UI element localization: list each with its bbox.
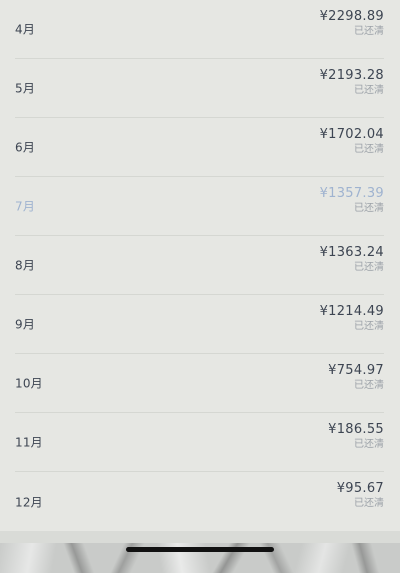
amount-block: ¥1357.39 已还清 — [320, 186, 384, 215]
status-text: 已还清 — [354, 203, 384, 214]
list-item-april[interactable]: 4月 ¥2298.89 已还清 — [15, 0, 384, 59]
amount-value: ¥1357.39 — [319, 186, 384, 201]
amount-block: ¥754.97 已还清 — [328, 363, 384, 392]
repayment-month-list: 4月 ¥2298.89 已还清 5月 ¥2193.28 已还清 6月 ¥1702… — [0, 0, 400, 531]
month-label: 9月 — [15, 317, 36, 332]
list-item-june[interactable]: 6月 ¥1702.04 已还清 — [15, 118, 384, 177]
amount-block: ¥95.67 已还清 — [337, 481, 384, 510]
list-item-november[interactable]: 11月 ¥186.55 已还清 — [15, 413, 384, 472]
month-label: 7月 — [15, 199, 36, 214]
status-text: 已还清 — [354, 262, 384, 273]
amount-block: ¥1363.24 已还清 — [320, 245, 384, 274]
list-item-july[interactable]: 7月 ¥1357.39 已还清 — [15, 177, 384, 236]
list-item-september[interactable]: 9月 ¥1214.49 已还清 — [15, 295, 384, 354]
list-item-august[interactable]: 8月 ¥1363.24 已还清 — [15, 236, 384, 295]
status-text: 已还清 — [354, 321, 384, 332]
month-label: 10月 — [15, 376, 43, 391]
amount-block: ¥1214.49 已还清 — [320, 304, 384, 333]
bottom-divider-band — [0, 531, 400, 543]
month-label: 4月 — [15, 22, 36, 37]
amount-value: ¥1214.49 — [319, 304, 384, 319]
amount-block: ¥186.55 已还清 — [328, 422, 384, 451]
list-item-december[interactable]: 12月 ¥95.67 已还清 — [15, 472, 384, 531]
screen: 4月 ¥2298.89 已还清 5月 ¥2193.28 已还清 6月 ¥1702… — [0, 0, 400, 573]
amount-value: ¥1702.04 — [319, 127, 384, 142]
status-text: 已还清 — [354, 498, 384, 509]
status-text: 已还清 — [354, 85, 384, 96]
amount-block: ¥2193.28 已还清 — [320, 68, 384, 97]
amount-value: ¥2298.89 — [319, 9, 384, 24]
status-text: 已还清 — [354, 380, 384, 391]
status-text: 已还清 — [354, 439, 384, 450]
amount-value: ¥754.97 — [328, 363, 384, 378]
amount-block: ¥2298.89 已还清 — [320, 9, 384, 38]
list-item-october[interactable]: 10月 ¥754.97 已还清 — [15, 354, 384, 413]
amount-value: ¥95.67 — [336, 481, 384, 496]
month-label: 12月 — [15, 495, 43, 509]
status-text: 已还清 — [354, 26, 384, 37]
status-text: 已还清 — [354, 144, 384, 155]
month-label: 8月 — [15, 258, 36, 273]
month-label: 11月 — [15, 435, 43, 450]
amount-value: ¥186.55 — [328, 422, 384, 437]
amount-block: ¥1702.04 已还清 — [320, 127, 384, 156]
amount-value: ¥2193.28 — [319, 68, 384, 83]
month-label: 6月 — [15, 140, 36, 155]
month-label: 5月 — [15, 81, 36, 96]
list-item-may[interactable]: 5月 ¥2193.28 已还清 — [15, 59, 384, 118]
amount-value: ¥1363.24 — [319, 245, 384, 260]
home-indicator[interactable] — [126, 547, 274, 552]
